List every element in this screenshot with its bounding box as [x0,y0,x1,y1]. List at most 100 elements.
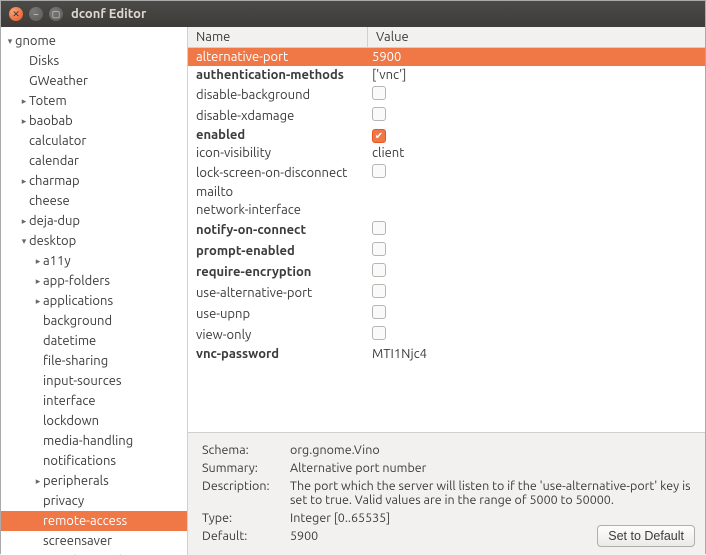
tree-item-calculator[interactable]: calculator [1,131,187,151]
tree-item-background[interactable]: background [1,311,187,331]
checkbox[interactable] [372,86,386,100]
setting-value [368,240,697,261]
chevron-right-icon[interactable]: ▸ [33,472,43,490]
setting-row-icon-visibility[interactable]: icon-visibilityclient [188,144,705,162]
setting-row-use-alternative-port[interactable]: use-alternative-port [188,282,705,303]
tree-item-label: cheese [29,192,70,210]
tree-item-Totem[interactable]: ▸Totem [1,91,187,111]
setting-row-require-encryption[interactable]: require-encryption [188,261,705,282]
tree-item-screensaver[interactable]: screensaver [1,531,187,551]
setting-value[interactable]: 5900 [368,48,697,66]
checkbox[interactable] [372,263,386,277]
tree-item-gnome[interactable]: ▾gnome [1,31,187,51]
setting-row-mailto[interactable]: mailto [188,183,705,201]
checkbox[interactable] [372,242,386,256]
minimize-icon[interactable]: – [29,7,43,21]
checkbox[interactable] [372,284,386,298]
setting-value[interactable]: MTI1Njc4 [368,345,697,363]
tree-item-cheese[interactable]: cheese [1,191,187,211]
chevron-right-icon[interactable]: ▸ [33,272,43,290]
tree-item-label: notifications [43,452,116,470]
tree-item-deja-dup[interactable]: ▸deja-dup [1,211,187,231]
window-title: dconf Editor [71,7,146,21]
tree-item-calendar[interactable]: calendar [1,151,187,171]
chevron-right-icon[interactable]: ▸ [33,292,43,310]
setting-value[interactable]: ['vnc'] [368,66,697,84]
tree-item-input-sources[interactable]: input-sources [1,371,187,391]
checkbox[interactable] [372,164,386,178]
type-label: Type: [202,511,290,525]
chevron-right-icon[interactable]: ▸ [19,92,29,110]
checkbox[interactable] [372,305,386,319]
checkbox[interactable] [372,221,386,235]
settings-list[interactable]: alternative-port5900authentication-metho… [188,48,705,432]
setting-row-lock-screen-on-disconnect[interactable]: lock-screen-on-disconnect [188,162,705,183]
tree-item-applications[interactable]: ▸applications [1,291,187,311]
maximize-icon[interactable]: ▢ [49,7,63,21]
tree-item-label: calendar [29,152,79,170]
checkbox[interactable] [372,326,386,340]
tree-item-app-folders[interactable]: ▸app-folders [1,271,187,291]
chevron-right-icon[interactable]: ▸ [19,212,29,230]
tree-item-a11y[interactable]: ▸a11y [1,251,187,271]
tree-item-label: desktop [29,232,76,250]
setting-name: icon-visibility [196,144,368,162]
tree-item-search-providers[interactable]: search-providers [1,551,187,555]
setting-row-network-interface[interactable]: network-interface [188,201,705,219]
setting-value[interactable]: client [368,144,697,162]
tree-item-label: a11y [43,252,71,270]
summary-value: Alternative port number [290,461,691,475]
checkbox[interactable]: ✔ [372,129,386,143]
tree-item-privacy[interactable]: privacy [1,491,187,511]
column-value-header[interactable]: Value [368,27,705,47]
tree-item-baobab[interactable]: ▸baobab [1,111,187,131]
tree-item-interface[interactable]: interface [1,391,187,411]
checkbox[interactable] [372,107,386,121]
tree-item-file-sharing[interactable]: file-sharing [1,351,187,371]
tree-item-label: datetime [43,332,96,350]
setting-row-prompt-enabled[interactable]: prompt-enabled [188,240,705,261]
setting-row-view-only[interactable]: view-only [188,324,705,345]
tree-item-remote-access[interactable]: remote-access [1,511,187,531]
column-name-header[interactable]: Name [188,27,368,47]
setting-row-alternative-port[interactable]: alternative-port5900 [188,48,705,66]
chevron-right-icon[interactable]: ▸ [33,252,43,270]
tree-item-charmap[interactable]: ▸charmap [1,171,187,191]
tree-item-desktop[interactable]: ▾desktop [1,231,187,251]
schema-tree[interactable]: ▾gnomeDisksGWeather▸Totem▸baobabcalculat… [1,27,188,555]
tree-item-label: file-sharing [43,352,108,370]
tree-item-notifications[interactable]: notifications [1,451,187,471]
setting-name: enabled [196,126,368,144]
chevron-down-icon[interactable]: ▾ [19,232,29,250]
tree-item-GWeather[interactable]: GWeather [1,71,187,91]
setting-row-disable-background[interactable]: disable-background [188,84,705,105]
setting-name: network-interface [196,201,368,219]
setting-name: use-upnp [196,305,368,323]
setting-row-authentication-methods[interactable]: authentication-methods['vnc'] [188,66,705,84]
close-icon[interactable]: ✕ [9,7,23,21]
setting-row-notify-on-connect[interactable]: notify-on-connect [188,219,705,240]
tree-item-label: Totem [29,92,67,110]
set-to-default-button[interactable]: Set to Default [597,525,695,547]
tree-item-datetime[interactable]: datetime [1,331,187,351]
tree-item-label: interface [43,392,96,410]
setting-row-use-upnp[interactable]: use-upnp [188,303,705,324]
tree-item-Disks[interactable]: Disks [1,51,187,71]
tree-item-peripherals[interactable]: ▸peripherals [1,471,187,491]
tree-item-label: app-folders [43,272,110,290]
tree-item-label: lockdown [43,412,99,430]
schema-value: org.gnome.Vino [290,443,691,457]
chevron-down-icon[interactable]: ▾ [5,32,15,50]
tree-item-label: calculator [29,132,86,150]
chevron-right-icon[interactable]: ▸ [19,112,29,130]
window-controls: ✕ – ▢ [9,7,63,21]
tree-item-media-handling[interactable]: media-handling [1,431,187,451]
chevron-right-icon[interactable]: ▸ [19,172,29,190]
tree-item-lockdown[interactable]: lockdown [1,411,187,431]
tree-item-label: screensaver [43,532,112,550]
setting-value [368,282,697,303]
setting-row-enabled[interactable]: enabled ✔ [188,126,705,144]
setting-row-vnc-password[interactable]: vnc-passwordMTI1Njc4 [188,345,705,363]
tree-item-label: remote-access [43,512,127,530]
setting-row-disable-xdamage[interactable]: disable-xdamage [188,105,705,126]
